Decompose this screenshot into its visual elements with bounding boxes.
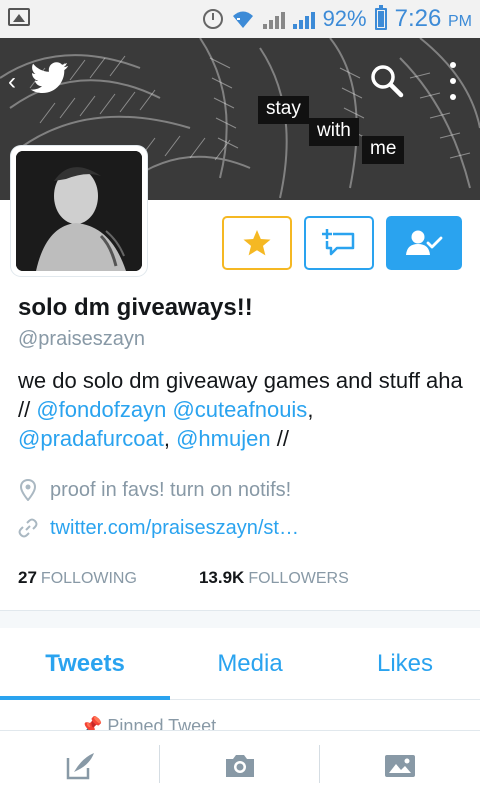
following-stat[interactable]: 27 FOLLOWING	[18, 568, 137, 588]
tab-tweets[interactable]: Tweets	[0, 628, 170, 700]
location-icon	[18, 478, 38, 502]
avatar-photo	[16, 151, 142, 271]
link-icon	[18, 516, 38, 540]
bio-mention-link[interactable]: @hmujen	[176, 426, 271, 451]
profile-handle: @praiseszayn	[18, 328, 146, 350]
active-tab-indicator	[0, 696, 170, 700]
bio-text: ,	[307, 397, 314, 422]
status-icons: 92% 7:26 PM	[202, 4, 472, 34]
image-icon	[385, 755, 415, 777]
bio-mention-link[interactable]: @cuteafnouis	[172, 397, 307, 422]
banner-word: me	[362, 136, 405, 164]
bio-mention-link[interactable]: @fondofzayn	[36, 397, 166, 422]
search-icon[interactable]	[370, 64, 404, 98]
twitter-bird-icon[interactable]	[30, 60, 70, 96]
compose-button[interactable]	[0, 731, 160, 800]
star-icon	[243, 230, 271, 256]
back-button[interactable]: ‹	[8, 68, 16, 96]
avatar[interactable]	[11, 146, 147, 276]
banner-word: with	[309, 118, 359, 146]
banner-word: stay	[258, 96, 309, 124]
more-icon[interactable]	[447, 62, 459, 100]
image-button[interactable]	[320, 731, 480, 800]
profile-url[interactable]: twitter.com/praiseszayn/st…	[18, 516, 299, 540]
battery-percent: 92%	[322, 6, 367, 31]
favorite-button[interactable]	[222, 216, 292, 270]
clock: 7:26 PM	[394, 5, 472, 32]
bio-mention-link[interactable]: @pradafurcoat	[18, 426, 164, 451]
compose-icon	[66, 753, 94, 780]
profile-name: solo dm giveaways!!	[18, 294, 253, 321]
profile-bio: we do solo dm giveaway games and stuff a…	[18, 366, 468, 453]
battery-icon	[374, 5, 387, 30]
following-icon	[406, 230, 443, 255]
bio-text: //	[270, 426, 289, 451]
section-divider	[0, 610, 480, 628]
signal-2-icon	[292, 9, 315, 29]
url-text[interactable]: twitter.com/praiseszayn/st…	[50, 517, 299, 540]
tab-likes[interactable]: Likes	[330, 628, 480, 700]
status-bar: 92% 7:26 PM	[0, 0, 480, 38]
camera-button[interactable]	[160, 731, 320, 800]
followers-stat[interactable]: 13.9K FOLLOWERS	[199, 568, 349, 588]
camera-icon	[226, 755, 254, 777]
tab-media[interactable]: Media	[170, 628, 330, 700]
bio-text: ,	[163, 426, 177, 451]
gallery-notification-icon	[8, 8, 30, 26]
following-button[interactable]	[386, 216, 462, 270]
profile-stats: 27 FOLLOWING 13.9K FOLLOWERS	[18, 568, 349, 588]
add-to-list-icon	[322, 229, 355, 256]
add-to-list-button[interactable]	[304, 216, 374, 270]
profile-tabs: Tweets Media Likes	[0, 628, 480, 700]
profile-location: proof in favs! turn on notifs!	[18, 478, 291, 502]
bottom-compose-bar	[0, 730, 480, 800]
location-text: proof in favs! turn on notifs!	[50, 478, 292, 501]
wifi-icon	[231, 9, 255, 29]
signal-1-icon	[262, 9, 285, 29]
alarm-icon	[202, 9, 223, 29]
